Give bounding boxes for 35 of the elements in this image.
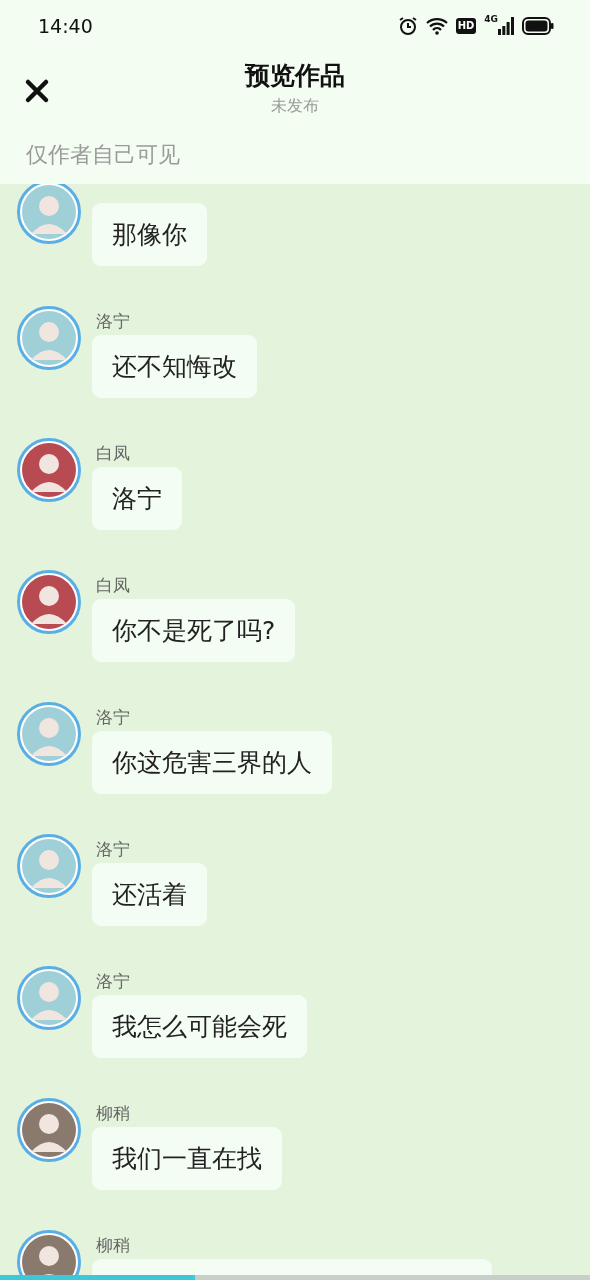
- hd-badge: HD: [455, 18, 477, 34]
- message-bubble: 洛宁: [92, 467, 182, 530]
- signal-icon: [498, 17, 514, 35]
- avatar-icon: [17, 438, 81, 502]
- battery-icon: [522, 17, 554, 35]
- close-icon: [24, 78, 50, 104]
- avatar-icon: [17, 570, 81, 634]
- message-bubble: 你不是死了吗?: [92, 599, 296, 662]
- message-bubble: 还活着: [92, 863, 207, 926]
- visibility-notice: 仅作者自己可见: [25, 141, 181, 169]
- avatar-icon: [17, 1098, 81, 1162]
- page-title: 预览作品: [245, 60, 345, 92]
- avatar-icon: [17, 306, 81, 370]
- message-bubble: 我们一直在找: [92, 1127, 282, 1190]
- alarm-icon: [397, 16, 418, 36]
- sender-name: 柳稍: [95, 1235, 131, 1255]
- sender-name: 洛宁: [95, 839, 131, 859]
- avatar-icon: [17, 184, 81, 244]
- sender-name: 白凤: [95, 575, 131, 595]
- wifi-icon: [425, 17, 448, 35]
- sender-name: 白凤: [95, 443, 131, 463]
- avatar-icon: [17, 702, 81, 766]
- message-bubble: 还不知悔改: [92, 335, 257, 398]
- sender-name: 洛宁: [95, 707, 131, 727]
- sender-name: 柳稍: [95, 1103, 131, 1123]
- sender-name: 洛宁: [95, 971, 131, 991]
- clock-time: 14:40: [38, 15, 93, 37]
- network-label: 4G: [484, 14, 498, 24]
- message-bubble: 我怎么可能会死: [92, 995, 307, 1058]
- message-bubble: 那像你: [92, 203, 207, 266]
- page-subtitle: 未发布: [271, 96, 319, 117]
- sender-name: 洛宁: [95, 311, 131, 331]
- avatar-icon: [17, 966, 81, 1030]
- avatar-icon: [17, 834, 81, 898]
- message-bubble: 你这危害三界的人: [92, 731, 332, 794]
